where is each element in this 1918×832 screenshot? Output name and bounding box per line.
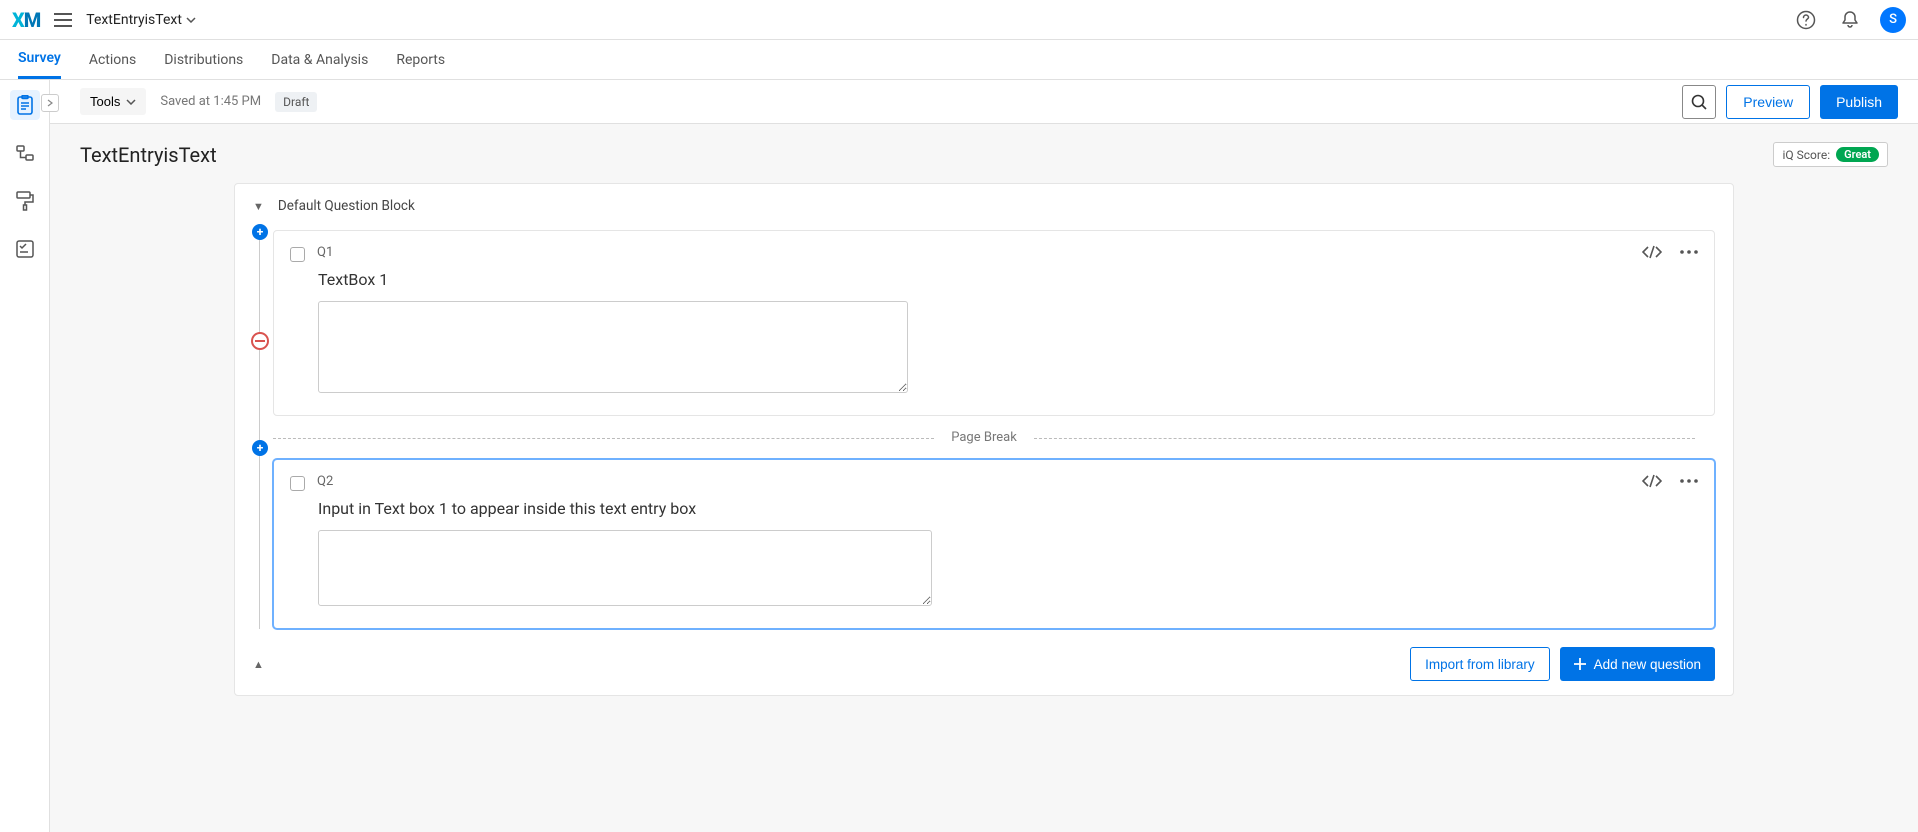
iq-score-label: iQ Score: bbox=[1782, 148, 1830, 162]
tools-label: Tools bbox=[90, 94, 120, 109]
tab-data-analysis[interactable]: Data & Analysis bbox=[271, 42, 368, 78]
rail-builder[interactable] bbox=[10, 90, 40, 120]
code-icon bbox=[1642, 474, 1662, 488]
questions-wrap: + + Q1 bbox=[235, 230, 1733, 629]
block-name: Default Question Block bbox=[278, 198, 415, 214]
import-from-library-button[interactable]: Import from library bbox=[1410, 647, 1550, 681]
remove-page-break[interactable] bbox=[251, 332, 269, 350]
question-checkbox[interactable] bbox=[290, 247, 305, 262]
question-checkbox[interactable] bbox=[290, 476, 305, 491]
canvas-header: TextEntryisText iQ Score: Great bbox=[80, 142, 1888, 167]
help-icon bbox=[1796, 10, 1816, 30]
block-footer: ▲ Import from library Add new question bbox=[235, 633, 1733, 695]
question-q1[interactable]: Q1 TextBox 1 bbox=[273, 230, 1715, 416]
question-block: ▼ Default Question Block + + Q1 bbox=[234, 183, 1734, 696]
tab-distributions[interactable]: Distributions bbox=[164, 42, 243, 78]
toolbar-right: Preview Publish bbox=[1682, 85, 1898, 119]
clipboard-icon bbox=[16, 95, 34, 115]
dots-icon bbox=[1680, 250, 1698, 254]
tab-bar: Survey Actions Distributions Data & Anal… bbox=[0, 40, 1918, 80]
left-rail bbox=[0, 80, 50, 832]
plus-icon bbox=[1574, 658, 1586, 670]
tools-dropdown[interactable]: Tools bbox=[80, 88, 146, 115]
canvas: TextEntryisText iQ Score: Great ▼ Defaul… bbox=[50, 124, 1918, 832]
text-entry-input[interactable] bbox=[318, 530, 932, 606]
tab-survey[interactable]: Survey bbox=[18, 40, 61, 79]
caret-down-icon: ▼ bbox=[253, 200, 264, 213]
question-actions bbox=[1642, 474, 1698, 488]
menu-icon[interactable] bbox=[54, 13, 72, 27]
code-icon bbox=[1642, 245, 1662, 259]
topbar-right: S bbox=[1792, 6, 1906, 34]
minus-icon bbox=[255, 340, 265, 342]
question-header-row: Q1 bbox=[290, 245, 1698, 262]
add-question-after[interactable]: + bbox=[252, 440, 268, 456]
add-new-question-button[interactable]: Add new question bbox=[1560, 647, 1715, 681]
publish-button[interactable]: Publish bbox=[1820, 85, 1898, 119]
main-area: Tools Saved at 1:45 PM Draft Preview Pub… bbox=[50, 80, 1918, 832]
text-entry-input[interactable] bbox=[318, 301, 908, 393]
top-bar: XM TextEntryisText S bbox=[0, 0, 1918, 40]
draft-badge: Draft bbox=[275, 92, 317, 112]
chevron-down-icon bbox=[186, 17, 196, 23]
chevron-down-icon bbox=[126, 99, 136, 105]
tab-actions[interactable]: Actions bbox=[89, 42, 136, 78]
search-button[interactable] bbox=[1682, 85, 1716, 119]
logo-x: X bbox=[12, 8, 24, 32]
paint-roller-icon bbox=[16, 191, 34, 211]
builder-toolbar: Tools Saved at 1:45 PM Draft Preview Pub… bbox=[50, 80, 1918, 124]
page-break[interactable]: Page Break bbox=[273, 430, 1695, 445]
help-button[interactable] bbox=[1792, 6, 1820, 34]
iq-score-badge: Great bbox=[1836, 147, 1879, 162]
more-options-button[interactable] bbox=[1680, 479, 1698, 483]
add-new-question-label: Add new question bbox=[1594, 657, 1701, 672]
dots-icon bbox=[1680, 479, 1698, 483]
saved-status: Saved at 1:45 PM bbox=[160, 94, 261, 109]
bell-icon bbox=[1840, 10, 1860, 30]
logo[interactable]: XM bbox=[12, 8, 40, 32]
question-q2[interactable]: Q2 Input in Text box 1 to appear inside bbox=[273, 459, 1715, 629]
question-text[interactable]: TextBox 1 bbox=[318, 270, 1698, 289]
rail-options[interactable] bbox=[10, 234, 40, 264]
rail-flow[interactable] bbox=[10, 138, 40, 168]
logo-m: M bbox=[24, 8, 41, 32]
question-text[interactable]: Input in Text box 1 to appear inside thi… bbox=[318, 499, 1698, 518]
notifications-button[interactable] bbox=[1836, 6, 1864, 34]
avatar-initial: S bbox=[1889, 12, 1897, 27]
rail-expand-button[interactable] bbox=[41, 94, 59, 112]
timeline-line bbox=[259, 230, 260, 629]
iq-score[interactable]: iQ Score: Great bbox=[1773, 142, 1888, 167]
caret-up-icon[interactable]: ▲ bbox=[253, 658, 264, 671]
question-header-row: Q2 bbox=[290, 474, 1698, 491]
preview-button[interactable]: Preview bbox=[1726, 85, 1810, 119]
question-number: Q1 bbox=[317, 245, 333, 260]
block-header[interactable]: ▼ Default Question Block bbox=[235, 184, 1733, 228]
add-question-before[interactable]: + bbox=[252, 224, 268, 240]
tab-reports[interactable]: Reports bbox=[396, 42, 445, 78]
project-name-dropdown[interactable]: TextEntryisText bbox=[86, 12, 196, 28]
question-number: Q2 bbox=[317, 474, 333, 489]
code-view-button[interactable] bbox=[1642, 474, 1662, 488]
user-avatar[interactable]: S bbox=[1880, 7, 1906, 33]
project-name-label: TextEntryisText bbox=[86, 12, 182, 28]
workspace: Tools Saved at 1:45 PM Draft Preview Pub… bbox=[0, 80, 1918, 832]
survey-options-icon bbox=[16, 240, 34, 258]
page-break-label: Page Break bbox=[951, 430, 1017, 445]
survey-title: TextEntryisText bbox=[80, 143, 217, 167]
flow-icon bbox=[16, 144, 34, 162]
chevron-right-icon bbox=[47, 99, 53, 107]
search-icon bbox=[1691, 94, 1707, 110]
more-options-button[interactable] bbox=[1680, 250, 1698, 254]
footer-actions: Import from library Add new question bbox=[1410, 647, 1715, 681]
code-view-button[interactable] bbox=[1642, 245, 1662, 259]
question-actions bbox=[1642, 245, 1698, 259]
rail-look-feel[interactable] bbox=[10, 186, 40, 216]
